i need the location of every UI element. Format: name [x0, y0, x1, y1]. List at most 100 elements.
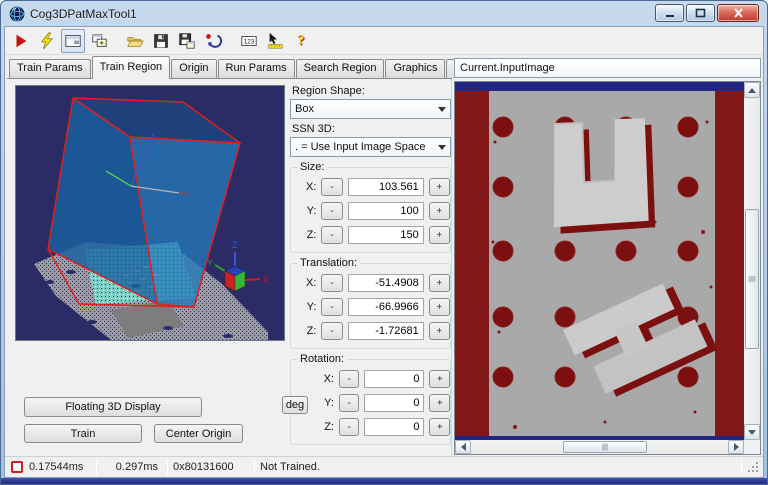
cascade-windows-icon[interactable] — [87, 29, 111, 53]
thumb-grip-icon — [602, 443, 608, 451]
tab-search-region[interactable]: Search Region — [295, 59, 385, 78]
translation-x-row: X: - + — [301, 274, 450, 292]
open-folder-icon[interactable] — [123, 29, 147, 53]
image-selector[interactable]: Current.InputImage — [454, 58, 761, 78]
tab-train-region[interactable]: Train Region — [91, 56, 171, 79]
rotation-x-minus-button[interactable]: - — [338, 370, 360, 388]
horizontal-scroll-thumb[interactable] — [563, 441, 647, 453]
z-axis-label: Z — [232, 240, 238, 250]
size-z-minus-button[interactable]: - — [321, 226, 343, 244]
minimize-button[interactable] — [655, 4, 684, 22]
input-image-view[interactable] — [455, 82, 744, 440]
size-x-input[interactable] — [347, 178, 424, 196]
x-axis-label: X — [263, 275, 269, 285]
scroll-left-button[interactable] — [455, 440, 471, 454]
rotation-y-input[interactable] — [364, 394, 425, 412]
rotation-z-minus-button[interactable]: - — [338, 418, 360, 436]
size-y-row: Y: - + — [301, 202, 450, 220]
result-code-text: 0x80131600 — [173, 461, 234, 473]
size-z-input[interactable] — [347, 226, 424, 244]
scroll-down-button[interactable] — [744, 424, 760, 440]
size-x-minus-button[interactable]: - — [321, 178, 343, 196]
center-origin-button[interactable]: Center Origin — [154, 424, 243, 443]
svg-text:?: ? — [297, 32, 304, 48]
size-y-minus-button[interactable]: - — [321, 202, 343, 220]
translation-x-minus-button[interactable]: - — [321, 274, 343, 292]
tab-train-params[interactable]: Train Params — [9, 59, 91, 78]
status-separator — [167, 459, 168, 475]
rotation-y-minus-button[interactable]: - — [338, 394, 360, 412]
translation-group: Translation: X: - + Y: - + Z: — [290, 257, 451, 349]
rotation-group-label: Rotation: — [297, 353, 348, 365]
rotation-x-plus-button[interactable]: + — [429, 370, 450, 388]
size-y-plus-button[interactable]: + — [428, 202, 450, 220]
arrow-left-icon — [460, 443, 466, 451]
run-icon[interactable] — [9, 29, 33, 53]
train-region-3d-view[interactable]: Z X Y — [15, 85, 285, 341]
translation-group-label: Translation: — [297, 257, 361, 269]
close-button[interactable] — [717, 4, 759, 22]
client-area: 123 ? ? Train Params Train Region Origin… — [4, 26, 764, 478]
tab-run-params[interactable]: Run Params — [217, 59, 295, 78]
horizontal-scrollbar[interactable] — [455, 440, 744, 454]
degrees-button[interactable]: deg — [282, 396, 308, 414]
size-x-row: X: - + — [301, 178, 450, 196]
reset-icon[interactable] — [201, 29, 225, 53]
pixel-values-icon[interactable]: 123 — [237, 29, 261, 53]
status-separator — [254, 459, 255, 475]
region-shape-label: Region Shape: — [292, 85, 365, 97]
rotation-z-plus-button[interactable]: + — [429, 418, 450, 436]
resize-grip-icon[interactable] — [747, 461, 759, 473]
image-display-panel: Current.InputImage — [454, 56, 763, 455]
rotation-y-row: Y: - + — [301, 394, 450, 412]
translation-z-plus-button[interactable]: + — [428, 322, 450, 340]
rotation-y-plus-button[interactable]: + — [429, 394, 450, 412]
translation-z-minus-button[interactable]: - — [321, 322, 343, 340]
rotation-x-input[interactable] — [364, 370, 425, 388]
ssn-3d-select[interactable]: . = Use Input Image Space — [290, 137, 451, 157]
arrow-down-icon — [748, 429, 756, 435]
chevron-down-icon — [438, 106, 446, 112]
measure-ruler-icon[interactable] — [263, 29, 287, 53]
svg-text:123: 123 — [244, 38, 255, 45]
status-message-text: Not Trained. — [260, 461, 320, 473]
window-title: Cog3DPatMaxTool1 — [30, 6, 137, 21]
save-record-icon[interactable] — [175, 29, 199, 53]
scroll-right-button[interactable] — [728, 440, 744, 454]
size-group: Size: X: - + Y: - + Z: — [290, 161, 451, 253]
tab-graphics[interactable]: Graphics — [385, 59, 446, 78]
translation-y-input[interactable] — [347, 298, 424, 316]
maximize-button[interactable] — [686, 4, 715, 22]
translation-x-input[interactable] — [347, 274, 424, 292]
translation-y-minus-button[interactable]: - — [321, 298, 343, 316]
app-globe-icon — [9, 6, 25, 21]
total-time-text: 0.297ms — [115, 461, 158, 473]
rotation-x-row: X: - + — [301, 370, 450, 388]
size-y-input[interactable] — [347, 202, 424, 220]
chevron-down-icon — [438, 144, 446, 150]
scroll-up-button[interactable] — [744, 82, 760, 98]
rotation-z-input[interactable] — [364, 418, 425, 436]
y-axis-label: Y — [207, 258, 213, 268]
floating-display-icon[interactable] — [61, 28, 85, 53]
floating-3d-display-button[interactable]: Floating 3D Display — [24, 397, 202, 417]
vertical-scrollbar[interactable] — [744, 82, 760, 440]
train-button[interactable]: Train — [24, 424, 142, 443]
region-shape-select[interactable]: Box — [290, 99, 451, 119]
rotation-z-row: Z: - + — [301, 418, 450, 436]
translation-x-plus-button[interactable]: + — [428, 274, 450, 292]
translation-y-row: Y: - + — [301, 298, 450, 316]
help-icon[interactable]: ? ? — [289, 29, 313, 53]
run-continuous-icon[interactable] — [35, 29, 59, 53]
titlebar[interactable]: Cog3DPatMaxTool1 — [1, 1, 767, 26]
window-bottom-border — [1, 478, 767, 484]
save-icon[interactable] — [149, 29, 173, 53]
translation-z-input[interactable] — [347, 322, 424, 340]
size-x-plus-button[interactable]: + — [428, 178, 450, 196]
arrow-right-icon — [733, 443, 739, 451]
size-z-plus-button[interactable]: + — [428, 226, 450, 244]
translation-y-plus-button[interactable]: + — [428, 298, 450, 316]
vertical-scroll-thumb[interactable] — [745, 209, 759, 349]
tab-origin[interactable]: Origin — [171, 59, 217, 78]
toolbar: 123 ? ? — [5, 27, 763, 55]
